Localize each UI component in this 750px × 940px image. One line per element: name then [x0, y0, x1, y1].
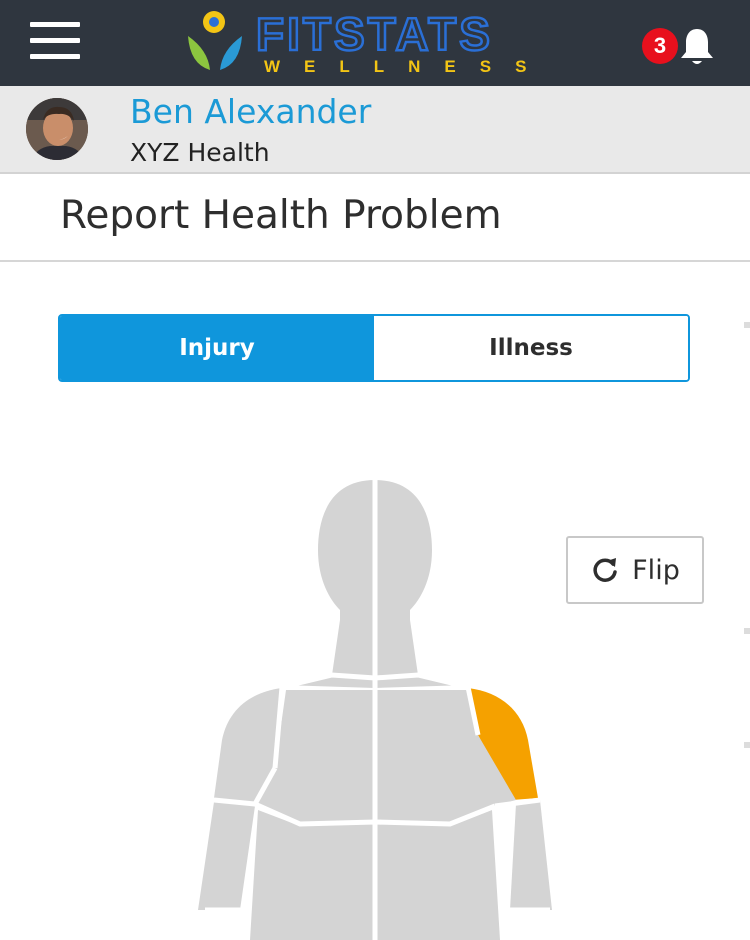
user-photo-icon — [26, 98, 88, 160]
user-info-bar: Ben Alexander XYZ Health — [0, 86, 750, 174]
scroll-edge-mark — [744, 628, 750, 634]
refresh-icon — [593, 558, 617, 582]
fitstats-logo: FITSTATS WELLNESS — [188, 8, 550, 76]
title-divider — [0, 260, 750, 262]
problem-type-toggle: Injury Illness — [58, 314, 690, 382]
top-navigation-bar: FITSTATS WELLNESS 3 — [0, 0, 750, 86]
scroll-edge-mark — [744, 742, 750, 748]
body-region-right-upper-arm[interactable] — [198, 802, 255, 910]
page-title: Report Health Problem — [60, 193, 502, 238]
logo-right-leaf — [220, 36, 242, 70]
body-map — [198, 478, 552, 940]
user-organization: XYZ Health — [130, 138, 270, 167]
hamburger-menu-icon[interactable] — [30, 22, 80, 60]
logo-wordmark: FITSTATS — [256, 8, 493, 60]
user-name: Ben Alexander — [130, 92, 372, 131]
body-region-left-upper-arm[interactable] — [510, 800, 552, 910]
logo-tagline: WELLNESS — [264, 57, 550, 76]
notification-count-badge: 3 — [642, 28, 678, 64]
bell-icon — [681, 29, 713, 64]
notifications-button[interactable]: 3 — [640, 24, 716, 68]
flip-button-label: Flip — [632, 554, 680, 586]
tab-injury[interactable]: Injury — [60, 316, 374, 380]
scroll-edge-mark — [744, 322, 750, 328]
flip-button[interactable]: Flip — [566, 536, 704, 604]
tab-illness[interactable]: Illness — [374, 316, 688, 380]
logo-left-leaf — [188, 36, 210, 70]
avatar[interactable] — [26, 98, 88, 160]
